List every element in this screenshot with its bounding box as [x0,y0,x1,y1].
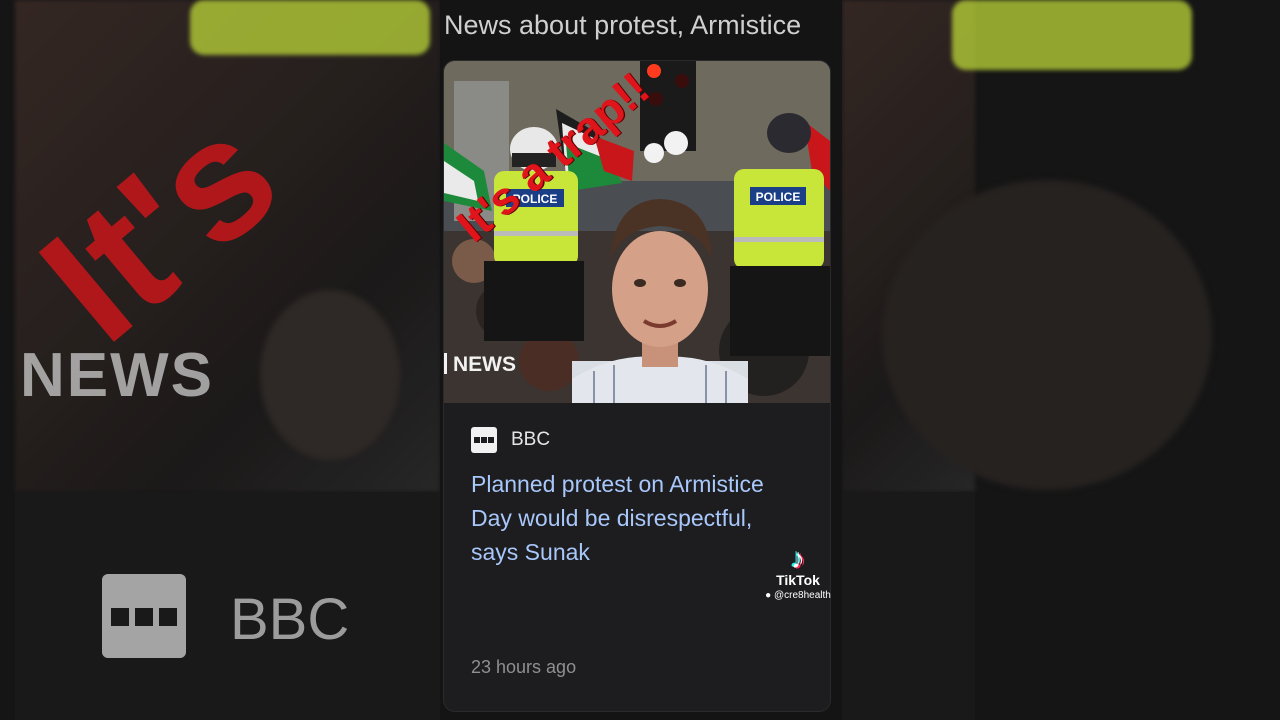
background-source-name: BBC [230,587,350,652]
background-bbc-logo-icon [102,574,186,658]
tiktok-logo-icon: ♪ [791,543,805,574]
article-timestamp: 23 hours ago [471,657,577,677]
news-article-card[interactable]: POLICE POLICE NEWS It's a trap!! BBC Pla… [443,60,831,712]
search-results-header: News about protest, Armistice [444,10,802,40]
article-thumbnail[interactable]: POLICE POLICE NEWS It's a trap!! [444,61,830,403]
background-person [882,180,1212,490]
tiktok-watermark: ♪ TikTok ● @cre8health [758,543,838,602]
bbc-logo-icon [471,427,497,453]
article-headline-link[interactable]: Planned protest on Armistice Day would b… [471,467,791,569]
tiktok-label: TikTok [776,572,820,588]
article-source[interactable]: BBC [471,427,550,453]
background-news-watermark: NEWS [20,341,214,410]
source-name: BBC [511,429,551,450]
background-card-area [842,492,975,720]
user-icon: ● [765,590,772,601]
background-hi-vis-vest [952,0,1192,70]
background-card-area [15,492,440,720]
background-left-blur: It's NEWS BBC [0,0,440,720]
background-person [260,290,400,460]
background-hi-vis-vest [190,0,430,55]
phone-screen: News about protest, Armistice POLICE POL… [440,0,842,720]
tiktok-username: ● @cre8health [765,590,831,601]
background-right-blur [842,0,1280,720]
news-watermark: NEWS [444,353,516,377]
svg-text:POLICE: POLICE [756,190,801,204]
